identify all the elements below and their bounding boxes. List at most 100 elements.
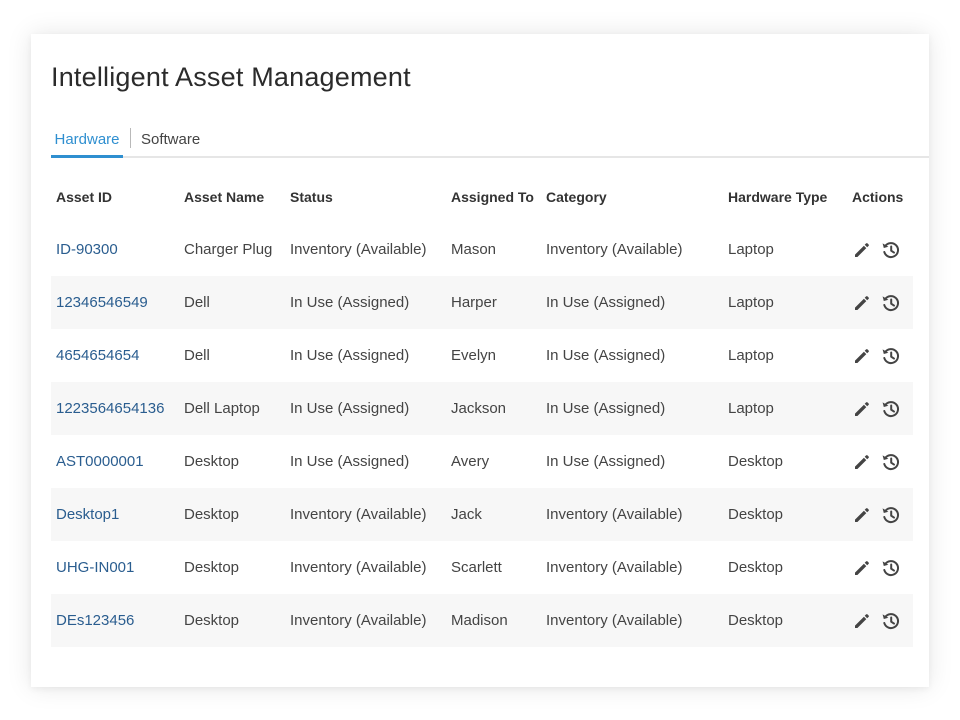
cell-assigned-to: Evelyn [451,347,497,364]
cell-assigned-to: Jackson [446,382,541,435]
cell-status: In Use (Assigned) [290,453,410,470]
page-title: Intelligent Asset Management [51,62,411,92]
cell-asset-id: UHG-IN001 [51,541,179,594]
column-header-status[interactable]: Status [285,170,446,223]
table-row: 4654654654 Dell In Use (Assigned) Evelyn In … [51,329,913,382]
cell-status: Inventory (Available) [290,241,427,258]
cell-hardware-type: Laptop [728,241,774,258]
cell-category: In Use (Assigned) [546,347,666,364]
edit-pencil-icon[interactable] [852,399,872,419]
cell-hardware-type: Desktop [728,453,784,470]
cell-asset-name: Desktop [179,594,285,647]
cell-asset-id: ID-90300 [51,223,179,276]
asset-id-link[interactable]: 12346546549 [56,294,148,311]
cell-assigned-to: Jack [446,488,541,541]
cell-assigned-to: Scarlett [451,559,502,576]
cell-asset-name: Dell [184,347,210,364]
table-row: 12346546549 Dell In Use (Assigned) Harper In… [51,276,913,329]
cell-assigned-to: Harper [446,276,541,329]
cell-status: Inventory (Available) [285,488,446,541]
cell-actions [847,329,913,382]
cell-category: In Use (Assigned) [546,453,666,470]
tab-hardware[interactable]: Hardware [51,128,123,158]
history-icon[interactable] [880,557,902,579]
cell-status: In Use (Assigned) [285,276,446,329]
edit-pencil-icon[interactable] [852,293,872,313]
tab-hardware-label: Hardware [54,131,120,148]
cell-hardware-type: Laptop [728,347,774,364]
cell-assigned-to: Avery [451,453,490,470]
table-header-row: Asset ID Asset Name Status Assigned To C… [51,170,913,223]
history-icon[interactable] [880,451,902,473]
cell-hardware-type: Desktop [728,559,784,576]
column-header-hardware-type[interactable]: Hardware Type [723,170,847,223]
asset-id-link[interactable]: 4654654654 [56,347,139,364]
cell-actions [847,594,913,647]
cell-asset-name: Charger Plug [184,241,273,258]
cell-assigned-to: Madison [446,594,541,647]
asset-id-link[interactable]: AST0000001 [56,453,144,470]
column-header-asset-id[interactable]: Asset ID [51,170,179,223]
tab-software[interactable]: Software [141,128,200,156]
table-row: 1223564654136 Dell Laptop In Use (Assigned… [51,382,913,435]
cell-hardware-type: Laptop [723,276,847,329]
cell-actions [847,488,913,541]
asset-id-link[interactable]: ID-90300 [56,241,118,258]
cell-asset-id: 12346546549 [51,276,179,329]
cell-asset-id: Desktop1 [51,488,179,541]
cell-category: In Use (Assigned) [541,276,723,329]
cell-actions [847,382,913,435]
tab-divider [130,128,131,148]
asset-management-card: Intelligent Asset Management Hardware So… [31,34,929,687]
cell-asset-id: DEs123456 [51,594,179,647]
tab-bar: Hardware Software [51,126,929,158]
cell-asset-id: 1223564654136 [51,382,179,435]
column-header-actions: Actions [852,188,904,205]
hardware-assets-table: Asset ID Asset Name Status Assigned To C… [51,170,913,647]
cell-category: Inventory (Available) [546,241,683,258]
column-header-asset-name[interactable]: Asset Name [179,170,285,223]
cell-asset-name: Desktop [184,453,240,470]
column-header-category[interactable]: Category [541,170,723,223]
history-icon[interactable] [880,239,902,261]
history-icon[interactable] [880,398,902,420]
cell-assigned-to: Mason [451,241,497,258]
edit-pencil-icon[interactable] [852,558,872,578]
cell-actions [847,223,913,276]
column-header-assigned-to[interactable]: Assigned To [446,170,541,223]
cell-asset-id: AST0000001 [51,435,179,488]
cell-status: In Use (Assigned) [285,382,446,435]
cell-asset-id: 4654654654 [51,329,179,382]
cell-status: Inventory (Available) [290,559,427,576]
history-icon[interactable] [880,345,902,367]
edit-pencil-icon[interactable] [852,505,872,525]
table-row: AST0000001 Desktop In Use (Assigned) Avery I… [51,435,913,488]
cell-actions [847,435,913,488]
table-row: Desktop1 Desktop Inventory (Available) Jack… [51,488,913,541]
cell-asset-name: Dell Laptop [179,382,285,435]
cell-hardware-type: Desktop [723,488,847,541]
asset-id-link[interactable]: UHG-IN001 [56,559,134,576]
edit-pencil-icon[interactable] [852,452,872,472]
tab-software-label: Software [141,131,201,148]
cell-asset-name: Dell [179,276,285,329]
history-icon[interactable] [880,610,902,632]
cell-category: In Use (Assigned) [541,382,723,435]
active-tab-indicator [51,155,123,158]
cell-actions [847,276,913,329]
asset-id-link[interactable]: Desktop1 [56,506,119,523]
edit-pencil-icon[interactable] [852,611,872,631]
edit-pencil-icon[interactable] [852,346,872,366]
cell-category: Inventory (Available) [541,488,723,541]
cell-actions [847,541,913,594]
cell-status: In Use (Assigned) [290,347,410,364]
asset-id-link[interactable]: DEs123456 [56,612,134,629]
edit-pencil-icon[interactable] [852,240,872,260]
table-row: ID-90300 Charger Plug Inventory (Available… [51,223,913,276]
cell-hardware-type: Laptop [723,382,847,435]
history-icon[interactable] [880,504,902,526]
history-icon[interactable] [880,292,902,314]
table-row: UHG-IN001 Desktop Inventory (Available) Sca… [51,541,913,594]
asset-id-link[interactable]: 1223564654136 [56,400,164,417]
table-row: DEs123456 Desktop Inventory (Available) Mad… [51,594,913,647]
